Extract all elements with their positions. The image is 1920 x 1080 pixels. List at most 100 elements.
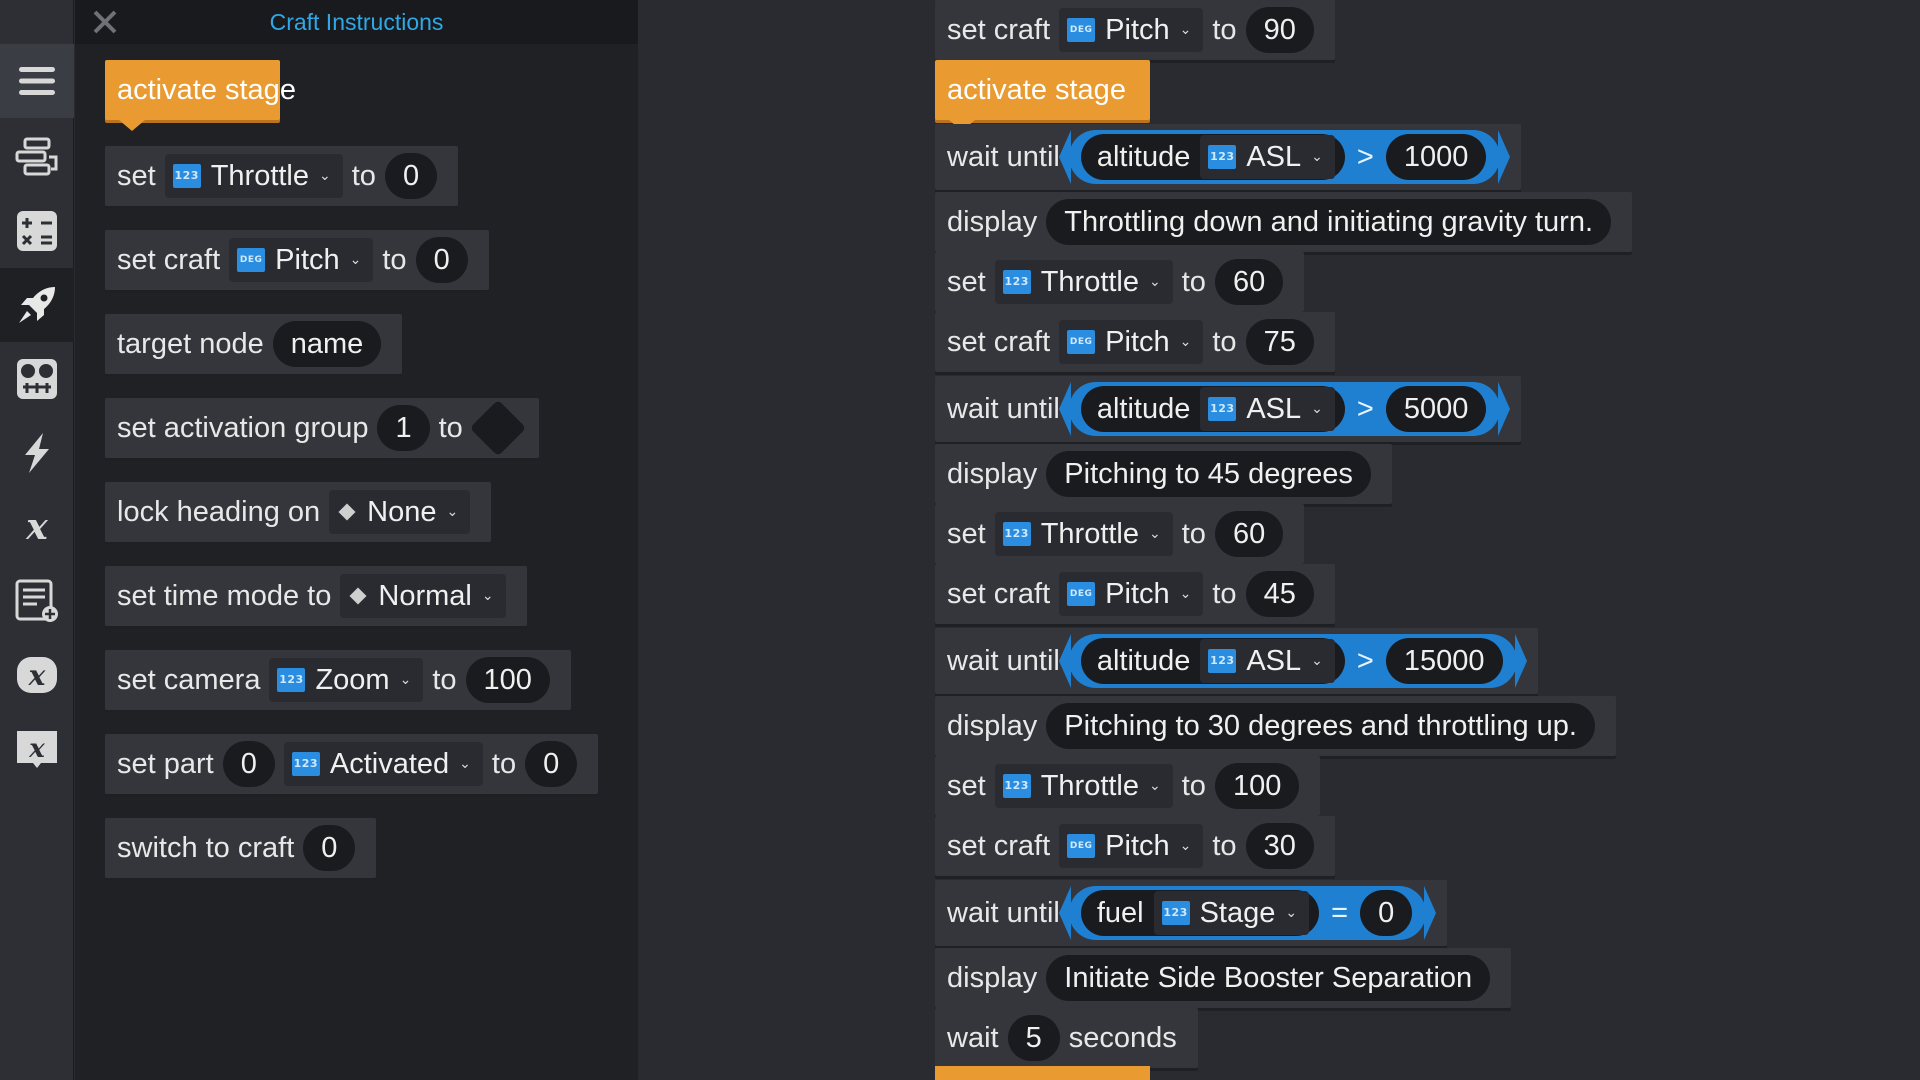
boolean-slot[interactable] (469, 399, 527, 457)
group-number-input[interactable]: 1 (377, 405, 430, 451)
block-keyword: display (947, 205, 1038, 238)
value-input[interactable]: 0 (525, 741, 578, 787)
activate-stage-block[interactable]: activate stage (105, 60, 296, 131)
next-activate-stage-block[interactable] (935, 1066, 1150, 1080)
property-dropdown[interactable]: 123 Throttle ⌄ (994, 764, 1173, 808)
property-dropdown[interactable]: DEG Pitch ⌄ (1059, 572, 1204, 616)
value-input[interactable]: 0 (1360, 890, 1413, 936)
message-input[interactable]: Pitching to 45 degrees (1046, 451, 1371, 497)
property-dropdown[interactable]: DEG Pitch ⌄ (229, 238, 374, 282)
chevron-down-icon: ⌄ (1179, 586, 1192, 602)
property-dropdown[interactable]: DEG Pitch ⌄ (1059, 320, 1204, 364)
node-name-input[interactable]: name (272, 321, 382, 367)
altitude-type-dropdown[interactable]: 123 ASL ⌄ (1200, 135, 1335, 179)
fuel-type-dropdown[interactable]: 123 Stage ⌄ (1153, 891, 1310, 935)
seconds-input[interactable]: 5 (1007, 1015, 1060, 1061)
property-dropdown[interactable]: 123 Throttle ⌄ (164, 154, 343, 198)
heading-mode-dropdown[interactable]: None ⌄ (329, 490, 471, 534)
value-input[interactable]: 75 (1245, 319, 1314, 365)
altitude-expression[interactable]: altitude 123 ASL ⌄ (1080, 386, 1345, 432)
operators-icon (17, 211, 57, 251)
comparison-expression[interactable]: altitude 123 ASL ⌄ > 1000 (1058, 130, 1510, 184)
value-input[interactable]: 100 (465, 657, 550, 703)
value-input[interactable]: 15000 (1385, 638, 1503, 684)
message-input[interactable]: Throttling down and initiating gravity t… (1046, 199, 1612, 245)
category-events[interactable] (0, 416, 74, 490)
property-dropdown[interactable]: DEG Pitch ⌄ (1059, 8, 1204, 52)
message-input[interactable]: Pitching to 30 degrees and throttling up… (1046, 703, 1595, 749)
value-input[interactable]: 100 (1214, 763, 1300, 809)
script-wait-until-block[interactable]: wait until fuel 123 Stage ⌄ = 0 (935, 880, 1448, 946)
altitude-expression[interactable]: altitude 123 ASL ⌄ (1080, 134, 1345, 180)
target-node-block[interactable]: target node name (105, 314, 403, 374)
category-custom-instructions[interactable]: x (0, 712, 74, 786)
script-set-craft-pitch-block[interactable]: set craft DEG Pitch ⌄ to 30 (935, 816, 1335, 876)
script-wait-until-block[interactable]: wait until altitude 123 ASL ⌄ > 1000 (935, 124, 1522, 190)
dropdown-value: Throttle (1040, 266, 1140, 298)
script-set-throttle-block[interactable]: set 123 Throttle ⌄ to 60 (935, 252, 1305, 312)
value-input[interactable]: 0 (384, 153, 438, 199)
craft-id-input[interactable]: 0 (303, 825, 356, 871)
value-input[interactable]: 90 (1245, 7, 1314, 53)
number-type-icon: 123 (1002, 270, 1031, 294)
value-input[interactable]: 45 (1245, 571, 1314, 617)
property-dropdown[interactable]: 123 Throttle ⌄ (994, 260, 1173, 304)
comparison-expression[interactable]: altitude 123 ASL ⌄ > 5000 (1058, 382, 1510, 436)
value-input[interactable]: 0 (415, 237, 468, 283)
script-activate-stage-block[interactable]: activate stage (935, 60, 1150, 131)
value-input[interactable]: 1000 (1385, 134, 1487, 180)
comparison-operator[interactable]: > (1357, 393, 1374, 426)
altitude-expression[interactable]: altitude 123 ASL ⌄ (1080, 638, 1345, 684)
script-set-craft-pitch-block[interactable]: set craft DEG Pitch ⌄ to 90 (935, 0, 1335, 60)
comparison-operator[interactable]: > (1357, 645, 1374, 678)
altitude-type-dropdown[interactable]: 123 ASL ⌄ (1200, 387, 1335, 431)
switch-to-craft-block[interactable]: switch to craft 0 (105, 818, 377, 878)
comparison-expression[interactable]: altitude 123 ASL ⌄ > 15000 (1058, 634, 1527, 688)
script-wait-seconds-block[interactable]: wait 5 seconds (935, 1008, 1198, 1068)
comparison-operator[interactable]: > (1357, 141, 1374, 174)
menu-button[interactable] (0, 44, 74, 118)
script-set-throttle-block[interactable]: set 123 Throttle ⌄ to 60 (935, 504, 1305, 564)
message-input[interactable]: Initiate Side Booster Separation (1046, 955, 1491, 1001)
fuel-expression[interactable]: fuel 123 Stage ⌄ (1080, 890, 1320, 936)
value-input[interactable]: 60 (1214, 511, 1284, 557)
set-craft-pitch-block[interactable]: set craft DEG Pitch ⌄ to 0 (105, 230, 489, 290)
time-mode-dropdown[interactable]: Normal ⌄ (340, 574, 506, 618)
comparison-operator[interactable]: = (1331, 897, 1348, 930)
script-wait-until-block[interactable]: wait until altitude 123 ASL ⌄ > 15000 (935, 628, 1538, 694)
block-keyword: to (1212, 829, 1237, 862)
set-time-mode-block[interactable]: set time mode to Normal ⌄ (105, 566, 527, 626)
comparison-expression[interactable]: fuel 123 Stage ⌄ = 0 (1058, 886, 1437, 940)
property-dropdown[interactable]: DEG Pitch ⌄ (1059, 824, 1204, 868)
category-craft-info[interactable] (0, 342, 74, 416)
script-wait-until-block[interactable]: wait until altitude 123 ASL ⌄ > 5000 (935, 376, 1522, 442)
camera-property-dropdown[interactable]: 123 Zoom ⌄ (269, 658, 424, 702)
lock-heading-block[interactable]: lock heading on None ⌄ (105, 482, 492, 542)
category-custom-expressions[interactable]: x (0, 638, 74, 712)
category-program-flow[interactable] (0, 120, 74, 194)
property-dropdown[interactable]: 123 Throttle ⌄ (994, 512, 1173, 556)
dropdown-value: Throttle (210, 160, 310, 192)
script-display-block[interactable]: display Initiate Side Booster Separation (935, 948, 1512, 1008)
category-variables[interactable]: x (0, 490, 74, 564)
set-part-block[interactable]: set part 0 123 Activated ⌄ to 0 (105, 734, 599, 794)
value-input[interactable]: 5000 (1385, 386, 1487, 432)
value-input[interactable]: 60 (1214, 259, 1284, 305)
category-lists[interactable] (0, 564, 74, 638)
set-activation-group-block[interactable]: set activation group 1 to (105, 398, 539, 458)
script-set-throttle-block[interactable]: set 123 Throttle ⌄ to 100 (935, 756, 1321, 816)
category-operators[interactable] (0, 194, 74, 268)
script-display-block[interactable]: display Pitching to 30 degrees and throt… (935, 696, 1616, 756)
script-set-craft-pitch-block[interactable]: set craft DEG Pitch ⌄ to 45 (935, 564, 1335, 624)
category-craft-instructions[interactable] (0, 268, 74, 342)
set-throttle-block[interactable]: set 123 Throttle ⌄ to 0 (105, 146, 459, 206)
part-id-input[interactable]: 0 (222, 741, 275, 787)
script-canvas[interactable]: set craft DEG Pitch ⌄ to 90 activate sta… (639, 0, 1920, 1080)
script-display-block[interactable]: display Pitching to 45 degrees (935, 444, 1392, 504)
altitude-type-dropdown[interactable]: 123 ASL ⌄ (1200, 639, 1335, 683)
part-property-dropdown[interactable]: 123 Activated ⌄ (283, 742, 483, 786)
value-input[interactable]: 30 (1245, 823, 1314, 869)
script-display-block[interactable]: display Throttling down and initiating g… (935, 192, 1633, 252)
set-camera-block[interactable]: set camera 123 Zoom ⌄ to 100 (105, 650, 571, 710)
script-set-craft-pitch-block[interactable]: set craft DEG Pitch ⌄ to 75 (935, 312, 1335, 372)
